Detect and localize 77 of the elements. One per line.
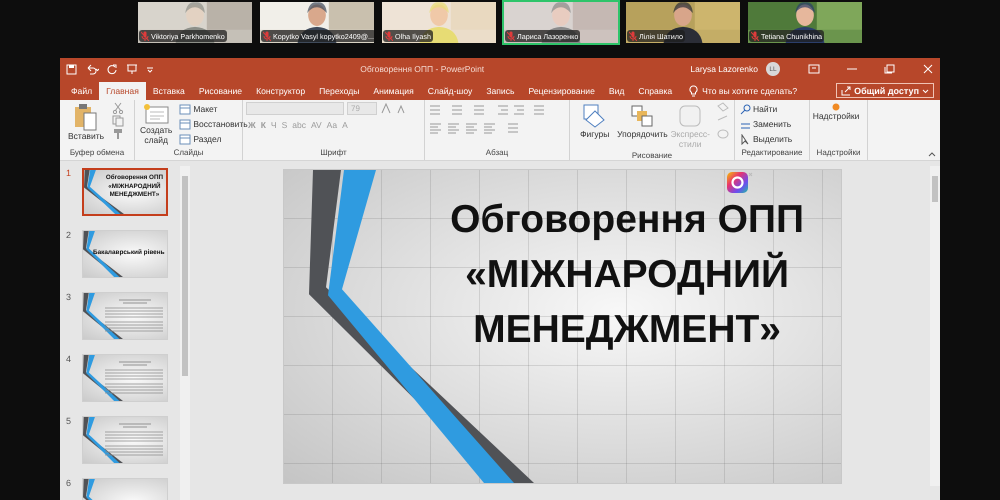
slide-title: Обговорення ОПП «МІЖНАРОДНИЙ МЕНЕДЖМЕНТ» [450,197,804,353]
muted-mic-icon [141,31,149,41]
styles-icon [677,103,704,129]
collapse-icon [928,151,936,157]
editing-button[interactable]: Найти [738,102,794,116]
drawing-button[interactable]: Фигуры [573,102,616,141]
ribbon-tab[interactable]: Конструктор [249,82,312,100]
drawing-button[interactable]: Упорядочить [619,102,666,141]
dot-icon [832,103,840,111]
maximize-icon [884,64,896,74]
addins-button[interactable]: Надстройки [813,102,859,123]
tell-me-field[interactable]: Что вы хотите сделать? [702,86,798,96]
group-label: Шрифт [319,148,348,159]
share-button[interactable]: Общий доступ [836,83,934,98]
slides-button[interactable]: Макет [177,102,250,116]
scrollbar[interactable] [180,166,190,500]
window-title: Обговорення ОПП - PowerPoint [359,64,486,74]
lightbulb-icon [689,85,698,97]
slide-number: 4 [66,354,72,364]
search-icon [740,104,751,114]
muted-mic-icon [263,31,271,41]
slide-number: 6 [66,478,72,488]
close-icon [922,64,934,74]
brush-icon [112,128,124,140]
muted-mic-icon [629,31,637,41]
redo-icon [107,64,118,74]
ribbon-tab[interactable]: Слайд-шоу [420,82,480,100]
ribbon-tab[interactable]: Запись [479,82,522,100]
muted-mic-icon [507,31,515,41]
slide-number: 2 [66,230,72,240]
ribbon-display-icon [808,64,820,74]
layout-icon [179,104,192,114]
ribbon-tab[interactable]: Переходы [312,82,366,100]
grow-font-icon [380,102,392,114]
scissors-icon [112,102,124,114]
group-label: Редактирование [740,148,804,159]
editing-button[interactable]: Выделить [738,132,794,146]
arrange-icon [629,103,656,129]
clipboard-button[interactable]: Вставить [63,102,109,143]
scrollbar[interactable] [930,166,940,486]
group-label: Буфер обмена [68,148,126,159]
share-icon [841,86,852,96]
editing-button[interactable]: Заменить [738,117,794,131]
ribbon-tab[interactable]: Справка [631,82,680,100]
user-name: Larysa Lazorenko [690,64,758,74]
slide-thumbnail[interactable] [82,354,168,402]
slides-button[interactable]: Раздел [177,132,250,146]
caret-icon [922,88,929,94]
ribbon-tab[interactable]: Файл [64,82,100,100]
copy-icon [112,115,124,127]
slide-thumbnail[interactable] [82,292,168,340]
group-label: Рисование [630,150,674,160]
muted-mic-icon [385,31,393,41]
slide-number: 3 [66,292,72,302]
slide-thumbnail[interactable] [82,416,168,464]
ribbon-tab[interactable]: Рецензирование [522,82,602,100]
font-name-field[interactable] [246,102,344,115]
slide-number: 5 [66,416,72,426]
presenter-icon [126,64,138,74]
new-slide-icon [142,103,170,125]
group-label: Надстройки [816,148,862,159]
ribbon-tab[interactable]: Вид [602,82,632,100]
ribbon-tab[interactable]: Вставка [146,82,192,100]
save-icon [66,64,77,74]
slide-number: 1 [66,168,72,178]
group-label: Абзац [484,148,510,159]
ribbon-tab[interactable]: Рисование [192,82,250,100]
ribbon-tab[interactable]: Анимация [366,82,421,100]
app-logo-icon[interactable] [727,172,753,194]
muted-mic-icon [751,31,759,41]
cursor-icon [740,134,751,144]
slide-canvas[interactable]: Обговорення ОПП «МІЖНАРОДНИЙ МЕНЕДЖМЕНТ» [283,169,842,484]
slides-button[interactable]: Создать слайд [138,102,174,147]
ribbon-tab[interactable]: Главная [99,82,146,100]
undo-icon [85,64,99,74]
clipboard-icon [73,103,99,131]
group-label: Слайды [172,148,204,159]
